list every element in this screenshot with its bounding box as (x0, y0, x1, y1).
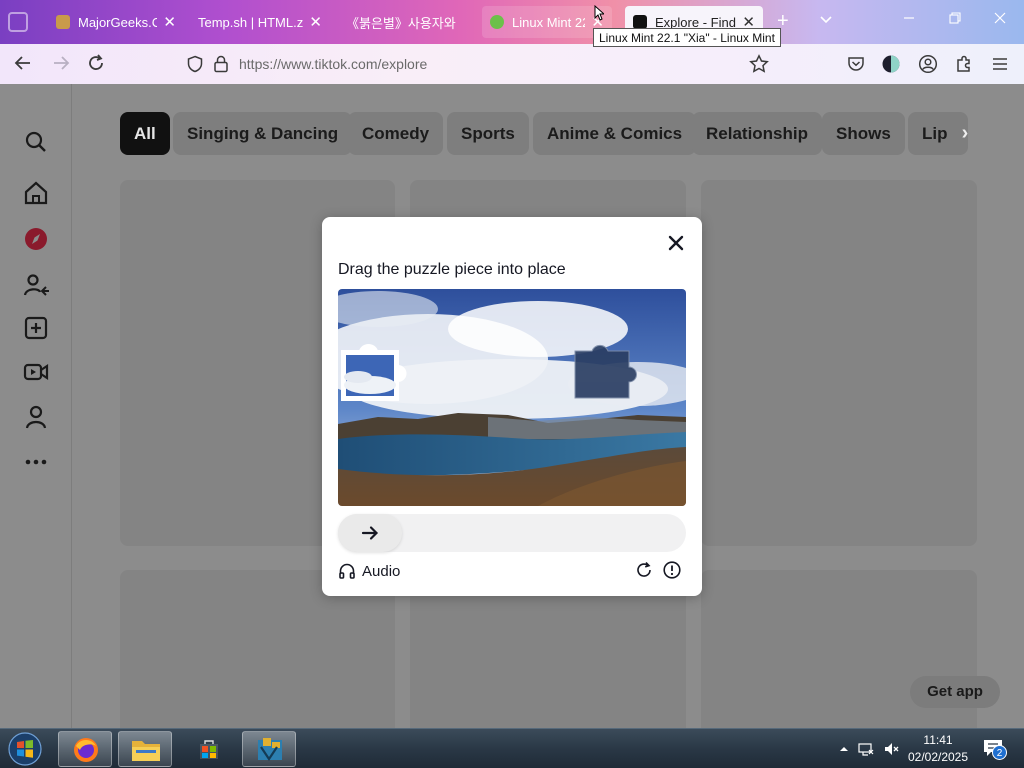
folder-icon (132, 741, 160, 761)
windows-taskbar: 11:41 02/02/2025 2 (0, 728, 1024, 768)
close-icon[interactable]: ✕ (303, 13, 322, 31)
action-center-button[interactable]: 2 (983, 739, 1011, 761)
tab-label: 《붉은별》사용자와 (346, 15, 456, 31)
arrow-right-icon (361, 526, 379, 540)
restore-icon[interactable] (949, 11, 961, 28)
url-text[interactable]: https://www.tiktok.com/explore (239, 56, 427, 72)
tab-label: Temp.sh | HTML.zip (198, 14, 304, 30)
firefox-icon (74, 738, 98, 762)
browser-tab-strip: MajorGeeks.Co ✕ Temp.sh | HTML.zip ✕ 《붉은… (0, 0, 1024, 44)
video-card-placeholder[interactable] (701, 180, 977, 546)
forward-arrow-icon[interactable] (50, 53, 72, 75)
chevron-right-icon[interactable]: › (950, 118, 980, 148)
reload-icon[interactable] (85, 53, 107, 75)
shield-icon[interactable] (186, 55, 204, 73)
puzzle-piece[interactable] (341, 344, 407, 401)
captcha-puzzle-image (338, 289, 686, 506)
linux-mint-favicon-icon (490, 15, 504, 29)
audio-label[interactable]: Audio (362, 563, 400, 580)
hamburger-menu-icon[interactable] (990, 54, 1010, 74)
tab-list-icon[interactable] (8, 12, 28, 32)
clock-time[interactable]: 11:41 (916, 733, 960, 747)
minimize-icon[interactable] (903, 11, 915, 28)
tab-label: MajorGeeks.Co (78, 14, 158, 30)
home-icon[interactable] (22, 179, 50, 207)
more-dots-icon[interactable] (22, 448, 50, 476)
pocket-icon[interactable] (846, 54, 866, 74)
lock-icon[interactable] (212, 54, 230, 74)
network-icon[interactable] (858, 741, 874, 757)
headphones-icon (339, 563, 355, 579)
taskbar-microsoft-store[interactable] (182, 731, 236, 767)
category-bar: All Singing & Dancing Comedy Sports Anim… (120, 112, 980, 156)
taskbar-firefox[interactable] (58, 731, 112, 767)
window-close-icon[interactable] (994, 11, 1006, 28)
profile-icon[interactable] (22, 403, 50, 431)
audio-option[interactable]: Audio (338, 561, 400, 581)
account-icon[interactable] (918, 54, 938, 74)
category-chip-anime-comics[interactable]: Anime & Comics (533, 112, 697, 155)
taskbar-app-active[interactable] (242, 731, 296, 767)
url-bar[interactable]: https://www.tiktok.com/explore (176, 49, 780, 79)
tab-temp-sh[interactable]: Temp.sh | HTML.zip ✕ (190, 6, 330, 38)
bookmark-star-icon[interactable] (749, 54, 769, 74)
captcha-slider-track[interactable] (338, 514, 686, 552)
captcha-title: Drag the puzzle piece into place (338, 261, 566, 278)
upload-plus-icon[interactable] (22, 314, 50, 342)
tab-korean-site[interactable]: 《붉은별》사용자와 (338, 6, 474, 38)
left-nav-rail (0, 84, 72, 728)
tab-label: Linux Mint 22.1 (512, 14, 585, 30)
following-icon[interactable] (22, 271, 50, 299)
back-arrow-icon[interactable] (12, 53, 34, 75)
tab-tooltip: Linux Mint 22.1 "Xia" - Linux Mint (593, 28, 781, 47)
explore-compass-icon[interactable] (22, 225, 50, 253)
app-window-icon (258, 738, 282, 761)
slider-handle[interactable] (338, 514, 402, 552)
taskbar-file-explorer[interactable] (118, 731, 172, 767)
refresh-icon[interactable] (634, 560, 654, 580)
category-chip-shows[interactable]: Shows (822, 112, 905, 155)
category-chip-singing-dancing[interactable]: Singing & Dancing (173, 112, 353, 155)
store-bag-icon (200, 740, 218, 759)
category-chip-all[interactable]: All (120, 112, 170, 155)
captcha-puzzle-modal: Drag the puzzle piece into place Audio (322, 217, 702, 596)
notification-count-badge: 2 (992, 745, 1007, 760)
mouse-cursor-icon (594, 5, 604, 21)
tiktok-favicon-icon (633, 15, 647, 29)
windows-start-icon[interactable] (6, 731, 44, 767)
info-icon[interactable] (662, 560, 682, 580)
lake-landscape-image (338, 289, 686, 506)
category-chip-comedy[interactable]: Comedy (348, 112, 444, 155)
clock-date[interactable]: 02/02/2025 (904, 750, 972, 764)
category-chip-sports[interactable]: Sports (447, 112, 529, 155)
show-hidden-icons-icon[interactable] (836, 741, 852, 757)
close-icon[interactable] (666, 233, 686, 253)
chevron-down-icon[interactable] (818, 10, 834, 32)
dark-reader-extension-icon[interactable] (881, 54, 901, 74)
search-icon[interactable] (22, 128, 50, 156)
close-icon[interactable]: ✕ (157, 13, 176, 31)
live-video-icon[interactable] (22, 358, 50, 386)
volume-muted-icon[interactable] (884, 741, 900, 757)
extensions-puzzle-icon[interactable] (954, 54, 974, 74)
browser-nav-bar: https://www.tiktok.com/explore (0, 44, 1024, 84)
tab-majorgeeks[interactable]: MajorGeeks.Co ✕ (48, 6, 184, 38)
majorgeeks-favicon-icon (56, 15, 70, 29)
get-app-button[interactable]: Get app (910, 676, 1000, 708)
category-chip-relationship[interactable]: Relationship (692, 112, 823, 155)
